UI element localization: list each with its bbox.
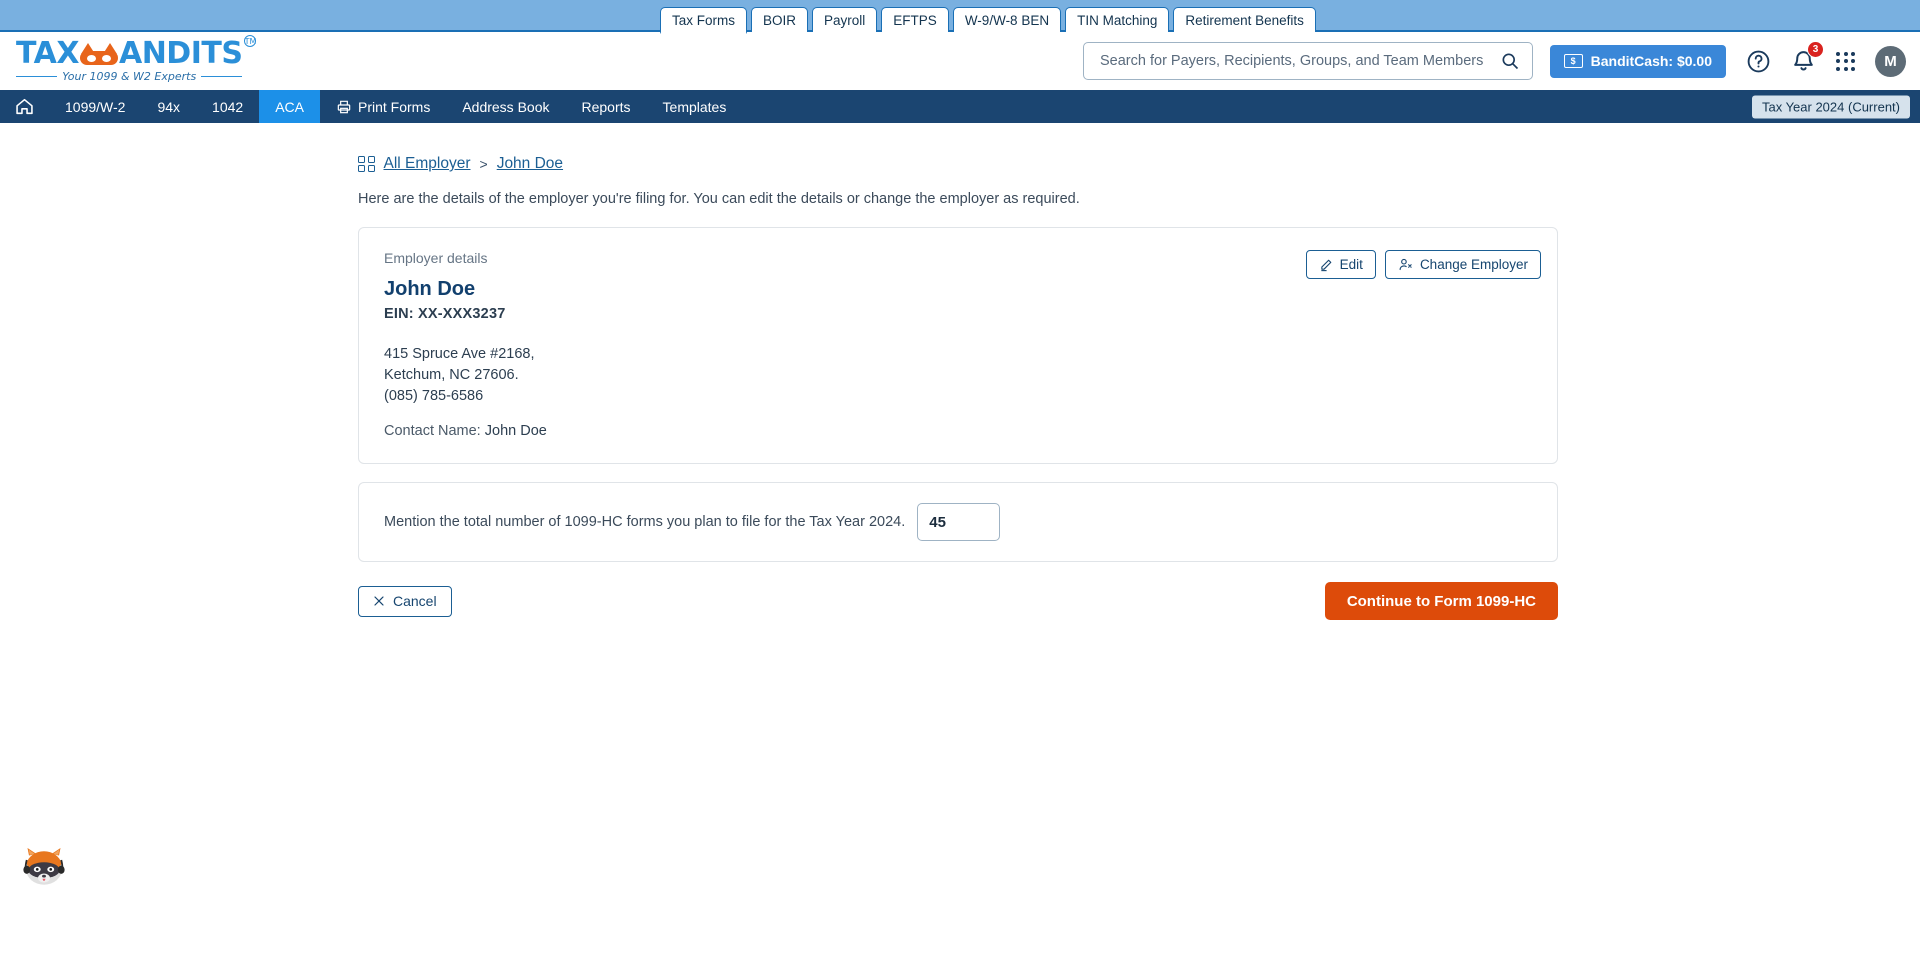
nav-item-94x[interactable]: 94x — [141, 90, 196, 123]
nav-label: Reports — [581, 98, 631, 115]
raccoon-mascot-icon[interactable] — [20, 845, 68, 893]
tab-w9-w8-ben[interactable]: W-9/W-8 BEN — [952, 7, 1062, 32]
apps-grid-icon[interactable] — [1836, 51, 1855, 71]
avatar-initial: M — [1884, 52, 1897, 70]
bandit-mask-icon — [79, 43, 118, 65]
tab-boir[interactable]: BOIR — [751, 7, 809, 32]
cash-icon: $ — [1563, 54, 1583, 68]
employer-details-card: Employer details John Doe EIN: XX-XXX323… — [358, 227, 1558, 464]
tab-tax-forms[interactable]: Tax Forms — [660, 7, 748, 34]
nav-label: Address Book — [462, 98, 550, 115]
employer-phone: (085) 785-6586 — [384, 388, 484, 404]
help-button[interactable] — [1746, 49, 1771, 74]
close-icon — [374, 596, 384, 606]
grid-icon — [358, 155, 375, 173]
nav-label: 1042 — [212, 98, 244, 115]
breadcrumb-all-employer[interactable]: All Employer — [384, 155, 471, 173]
notifications-button[interactable]: 3 — [1791, 40, 1824, 74]
tab-label: Tax Forms — [672, 12, 736, 28]
continue-label: Continue to Form 1099-HC — [1346, 592, 1536, 610]
logo-text-left: TAX — [16, 36, 79, 71]
nav-item-1099-w2[interactable]: 1099/W-2 — [49, 90, 141, 123]
raccoon-mascot[interactable] — [20, 845, 68, 893]
form-count-card: Mention the total number of 1099-HC form… — [358, 482, 1558, 562]
top-tab-bar: Tax Forms BOIR Payroll EFTPS W-9/W-8 BEN… — [0, 0, 1920, 34]
search-input[interactable] — [1100, 53, 1500, 69]
tab-label: TIN Matching — [1077, 12, 1158, 28]
nav-label: 94x — [157, 98, 181, 115]
avatar[interactable]: M — [1875, 45, 1906, 77]
change-employer-label: Change Employer — [1419, 257, 1528, 272]
address-line-1: 415 Spruce Ave #2168, — [384, 346, 535, 362]
search-icon[interactable] — [1500, 51, 1520, 71]
app-header: TAX ANDITS TM Your 1099 & W2 Experts $ B… — [0, 32, 1920, 90]
nav-item-templates[interactable]: Templates — [647, 90, 743, 123]
contact-label: Contact Name: — [384, 423, 481, 439]
home-icon[interactable] — [14, 96, 35, 117]
form-footer: Cancel Continue to Form 1099-HC — [358, 582, 1558, 620]
continue-button[interactable]: Continue to Form 1099-HC — [1324, 582, 1558, 620]
global-search[interactable] — [1083, 42, 1533, 80]
tab-label: BOIR — [763, 12, 797, 28]
employer-ein: EIN: XX-XXX3237 — [384, 306, 506, 322]
nav-item-aca[interactable]: ACA — [259, 90, 320, 123]
user-switch-icon — [1399, 258, 1412, 271]
logo-text-right: ANDITS — [118, 36, 243, 71]
cancel-label: Cancel — [393, 593, 437, 609]
tab-label: Payroll — [824, 12, 866, 28]
nav-item-print-forms[interactable]: Print Forms — [320, 90, 446, 123]
employer-card-actions: Edit Change Employer — [1305, 250, 1541, 279]
breadcrumb-separator: > — [479, 156, 488, 172]
edit-button[interactable]: Edit — [1305, 250, 1376, 279]
nav-label: ACA — [275, 98, 304, 115]
edit-label: Edit — [1339, 257, 1363, 272]
printer-icon — [337, 100, 351, 113]
tab-eftps[interactable]: EFTPS — [881, 7, 949, 32]
employer-name: John Doe — [384, 278, 476, 300]
page-subtitle: Here are the details of the employer you… — [358, 191, 1080, 207]
form-count-label: Mention the total number of 1099-HC form… — [384, 514, 906, 530]
tab-label: EFTPS — [893, 12, 937, 28]
cancel-button[interactable]: Cancel — [358, 585, 452, 617]
tab-label: W-9/W-8 BEN — [964, 12, 1050, 28]
header-right-actions: $ BanditCash: $0.00 3 M — [1549, 40, 1906, 78]
question-circle-icon[interactable] — [1746, 49, 1771, 74]
nav-item-home[interactable] — [0, 90, 49, 123]
tax-year-label: Tax Year 2024 (Current) — [1761, 99, 1900, 114]
employer-address: 415 Spruce Ave #2168, Ketchum, NC 27606.… — [384, 344, 1532, 407]
breadcrumb: All Employer > John Doe — [358, 155, 1920, 173]
contact-name: John Doe — [484, 423, 547, 439]
breadcrumb-john-doe[interactable]: John Doe — [497, 155, 563, 173]
notification-badge: 3 — [1807, 40, 1824, 58]
apps-button[interactable] — [1836, 51, 1855, 71]
logo-tagline: Your 1099 & W2 Experts — [62, 70, 197, 83]
tax-year-selector[interactable]: Tax Year 2024 (Current) — [1751, 95, 1910, 118]
bandit-cash-button[interactable]: $ BanditCash: $0.00 — [1549, 44, 1726, 78]
nav-label: Templates — [662, 98, 727, 115]
logo-rule-right — [201, 76, 243, 77]
nav-label: 1099/W-2 — [65, 98, 126, 115]
nav-item-1042[interactable]: 1042 — [196, 90, 259, 123]
tab-label: Retirement Benefits — [1185, 12, 1304, 28]
taxbandits-logo[interactable]: TAX ANDITS TM Your 1099 & W2 Experts — [16, 35, 257, 83]
employer-contact: Contact Name: John Doe — [384, 423, 1532, 439]
tab-tin-matching[interactable]: TIN Matching — [1065, 7, 1170, 32]
bandit-cash-label: BanditCash: $0.00 — [1590, 53, 1712, 69]
logo-rule-left — [16, 76, 58, 77]
change-employer-button[interactable]: Change Employer — [1384, 250, 1541, 279]
trademark-icon: TM — [244, 35, 257, 47]
main-navigation: 1099/W-2 94x 1042 ACA Print Forms Addres… — [0, 90, 1920, 123]
form-count-input[interactable] — [917, 503, 1001, 541]
nav-item-reports[interactable]: Reports — [566, 90, 647, 123]
nav-item-address-book[interactable]: Address Book — [446, 90, 565, 123]
main-content: All Employer > John Doe Here are the det… — [0, 123, 1920, 620]
pencil-icon — [1320, 259, 1332, 271]
tab-retirement-benefits[interactable]: Retirement Benefits — [1173, 7, 1316, 32]
address-line-2: Ketchum, NC 27606. — [384, 367, 519, 383]
tab-payroll[interactable]: Payroll — [812, 7, 878, 32]
nav-label: Print Forms — [357, 98, 431, 115]
